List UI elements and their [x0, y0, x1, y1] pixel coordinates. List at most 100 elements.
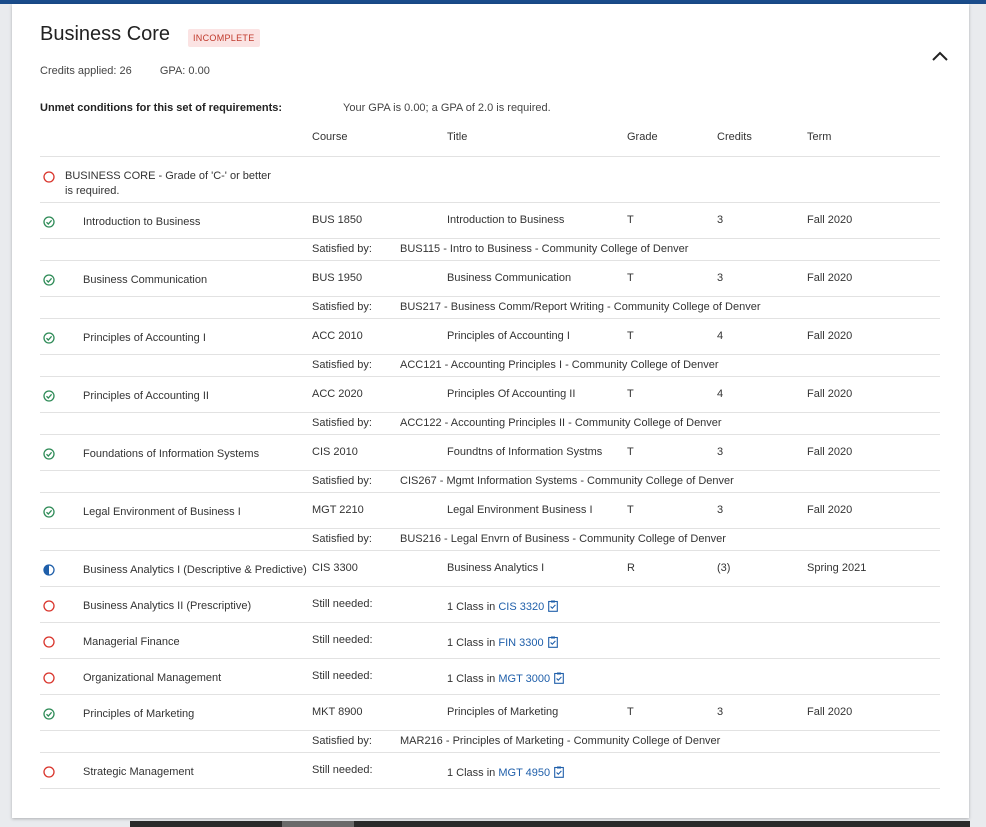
- course-grade: T: [627, 446, 634, 458]
- course-link[interactable]: FIN 3300: [498, 637, 543, 649]
- satisfied-by-text: BUS115 - Intro to Business - Community C…: [400, 243, 689, 255]
- course-grade: T: [627, 272, 634, 284]
- course-code: BUS 1850: [312, 214, 363, 226]
- satisfied-by-text: BUS217 - Business Comm/Report Writing - …: [400, 301, 761, 313]
- requirement-card: Business Core INCOMPLETE Credits applied…: [12, 4, 969, 818]
- col-header-title: Title: [447, 131, 468, 143]
- row-divider: [40, 622, 940, 623]
- col-header-credits: Credits: [717, 131, 752, 143]
- satisfied-by-label: Satisfied by:: [312, 735, 372, 747]
- course-code: MKT 8900: [312, 706, 363, 718]
- course-credits: 4: [717, 388, 724, 400]
- incomplete-circle-icon: [43, 672, 55, 684]
- still-needed-label: Still needed:: [312, 764, 373, 776]
- still-needed-prefix: 1 Class in: [447, 637, 496, 649]
- row-inner-divider: [40, 296, 940, 297]
- row-divider: [40, 586, 940, 587]
- satisfied-by-text: MAR216 - Principles of Marketing - Commu…: [400, 735, 721, 747]
- col-header-term: Term: [807, 131, 832, 143]
- row-divider: [40, 788, 940, 789]
- course-term: Fall 2020: [807, 214, 853, 226]
- row-inner-divider: [40, 470, 940, 471]
- course-term: Fall 2020: [807, 706, 853, 718]
- row-divider: [40, 434, 940, 435]
- course-term: Fall 2020: [807, 388, 853, 400]
- check-circle-icon: [43, 216, 55, 228]
- incomplete-circle-icon: [43, 600, 55, 612]
- still-needed-text: 1 Class in CIS 3320: [447, 600, 559, 613]
- scrollbar-thumb[interactable]: [282, 821, 354, 827]
- row-divider: [40, 658, 940, 659]
- row-divider: [40, 492, 940, 493]
- block-meta: Credits applied: 26 GPA: 0.00: [40, 65, 210, 77]
- row-divider: [40, 694, 940, 695]
- requirement-name: Strategic Management: [83, 766, 194, 778]
- credits-value: 26: [119, 65, 132, 77]
- course-grade: T: [627, 388, 634, 400]
- unmet-conditions-label: Unmet conditions for this set of require…: [40, 102, 283, 114]
- row-inner-divider: [40, 730, 940, 731]
- course-title: Principles of Marketing: [447, 706, 559, 718]
- course-credits: 3: [717, 504, 724, 516]
- course-code: CIS 2010: [312, 446, 358, 458]
- col-header-grade: Grade: [627, 131, 658, 143]
- requirement-name: Business Analytics I (Descriptive & Pred…: [83, 564, 307, 576]
- block-title: Business Core: [40, 23, 171, 45]
- course-credits: 4: [717, 330, 724, 342]
- still-needed-label: Still needed:: [312, 598, 373, 610]
- row-divider: [40, 202, 940, 203]
- course-title: Business Communication: [447, 272, 572, 284]
- course-link[interactable]: MGT 3000: [498, 673, 550, 685]
- course-term: Fall 2020: [807, 330, 853, 342]
- gpa-value: 0.00: [188, 65, 210, 77]
- requirement-name: Principles of Accounting II: [83, 390, 209, 402]
- still-needed-prefix: 1 Class in: [447, 673, 496, 685]
- satisfied-by-label: Satisfied by:: [312, 533, 372, 545]
- course-grade: T: [627, 504, 634, 516]
- course-term: Spring 2021: [807, 562, 867, 574]
- row-divider: [40, 318, 940, 319]
- course-credits: 3: [717, 272, 724, 284]
- still-needed-label: Still needed:: [312, 670, 373, 682]
- check-circle-icon: [43, 332, 55, 344]
- in-progress-circle-icon: [43, 564, 55, 576]
- clipboard-check-icon[interactable]: [554, 672, 564, 684]
- course-title: Legal Environment Business I: [447, 504, 593, 516]
- requirement-name: Introduction to Business: [83, 216, 201, 228]
- chevron-up-icon: [932, 51, 948, 61]
- course-credits: 3: [717, 446, 724, 458]
- status-badge: INCOMPLETE: [188, 29, 260, 47]
- course-term: Fall 2020: [807, 504, 853, 516]
- requirement-name: Foundations of Information Systems: [83, 448, 260, 460]
- check-circle-icon: [43, 708, 55, 720]
- satisfied-by-text: ACC122 - Accounting Principles II - Comm…: [400, 417, 722, 429]
- horizontal-scrollbar[interactable]: [130, 821, 970, 827]
- row-inner-divider: [40, 528, 940, 529]
- course-grade: T: [627, 214, 634, 226]
- course-grade: T: [627, 706, 634, 718]
- row-divider: [40, 550, 940, 551]
- row-divider: [40, 376, 940, 377]
- still-needed-prefix: 1 Class in: [447, 601, 496, 613]
- still-needed-text: 1 Class in FIN 3300: [447, 636, 558, 649]
- requirement-name: Legal Environment of Business I: [83, 506, 241, 518]
- row-divider: [40, 752, 940, 753]
- check-circle-icon: [43, 274, 55, 286]
- course-title: Principles of Accounting I: [447, 330, 570, 342]
- course-credits: 3: [717, 706, 724, 718]
- satisfied-by-text: CIS267 - Mgmt Information Systems - Comm…: [400, 475, 734, 487]
- satisfied-by-label: Satisfied by:: [312, 243, 372, 255]
- clipboard-check-icon[interactable]: [547, 636, 558, 648]
- course-grade: R: [627, 562, 635, 574]
- course-link[interactable]: MGT 4950: [498, 767, 550, 779]
- course-code: ACC 2010: [312, 330, 363, 342]
- gpa-label: GPA:: [159, 65, 186, 77]
- satisfied-by-text: BUS216 - Legal Envrn of Business - Commu…: [400, 533, 726, 545]
- collapse-button[interactable]: [930, 48, 950, 64]
- clipboard-check-icon[interactable]: [554, 766, 564, 778]
- still-needed-prefix: 1 Class in: [447, 767, 496, 779]
- course-link[interactable]: CIS 3320: [498, 601, 544, 613]
- clipboard-check-icon[interactable]: [548, 600, 559, 612]
- credits-label: Credits applied:: [40, 65, 117, 77]
- still-needed-label: Still needed:: [312, 634, 373, 646]
